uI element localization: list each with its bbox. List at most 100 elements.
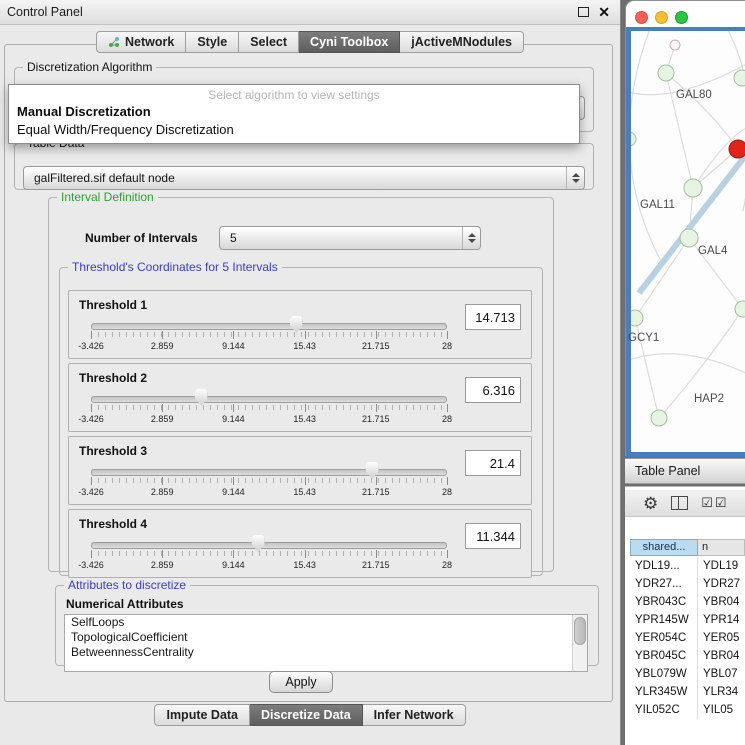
apply-button[interactable]: Apply: [269, 671, 333, 693]
scale-label: -3.426: [78, 341, 104, 351]
table-cell[interactable]: YBR045C: [630, 647, 698, 665]
network-node[interactable]: [670, 40, 680, 50]
threshold-2-value-field[interactable]: 6.316: [465, 377, 521, 403]
slider-track[interactable]: [91, 469, 447, 476]
selected-red-node[interactable]: [729, 140, 745, 158]
threshold-thumb-1[interactable]: [290, 316, 303, 333]
table-cell[interactable]: YPR145W: [630, 611, 698, 629]
scale-label: 28: [442, 341, 452, 351]
network-node[interactable]: [680, 229, 698, 247]
table-row[interactable]: YIL052CYIL05: [630, 701, 745, 719]
table-row[interactable]: YDL19...YDL19: [630, 557, 745, 575]
threshold-thumb-4[interactable]: [252, 535, 265, 552]
table-cell[interactable]: YDR27: [698, 575, 745, 593]
table-cell[interactable]: YPR14: [698, 611, 745, 629]
threshold-1-slider[interactable]: -3.4262.8599.14415.4321.71528: [91, 317, 447, 357]
node-label: HAP2: [694, 393, 724, 405]
tab-cyni-toolbox[interactable]: Cyni Toolbox: [299, 31, 400, 53]
mac-close-icon[interactable]: [635, 11, 648, 24]
control-panel-titlebar[interactable]: Control Panel ✕: [0, 0, 620, 25]
numerical-attributes-list[interactable]: SelfLoopsTopologicalCoefficientBetweenne…: [64, 614, 588, 672]
slider-track[interactable]: [91, 542, 447, 549]
table-cell[interactable]: YBL07: [698, 665, 745, 683]
window-controls: [635, 11, 688, 24]
table-cell[interactable]: YLR34: [698, 683, 745, 701]
scale-label: 21.715: [362, 414, 390, 424]
table-row[interactable]: YDR27...YDR27: [630, 575, 745, 593]
table-row[interactable]: YLR345WYLR34: [630, 683, 745, 701]
scrollbar-thumb[interactable]: [574, 617, 586, 645]
threshold-1-value-field[interactable]: 14.713: [465, 304, 521, 330]
slider-ticks: [91, 551, 447, 556]
attribute-item[interactable]: TopologicalCoefficient: [65, 630, 587, 645]
network-node[interactable]: [734, 70, 745, 86]
table-row[interactable]: YBL079WYBL07: [630, 665, 745, 683]
dropdown-hint: Select algorithm to view settings: [9, 85, 579, 103]
table-data-combo[interactable]: galFiltered.sif default node: [23, 166, 585, 190]
slider-ticks: [91, 405, 447, 410]
table-cell[interactable]: YDL19...: [630, 557, 698, 575]
attribute-item[interactable]: BetweennessCentrality: [65, 645, 587, 660]
table-row[interactable]: YPR145WYPR14: [630, 611, 745, 629]
slider-track[interactable]: [91, 396, 447, 403]
scale-label: 2.859: [151, 341, 174, 351]
network-node[interactable]: [735, 301, 745, 317]
slider-track[interactable]: [91, 323, 447, 330]
threshold-3-slider[interactable]: -3.4262.8599.14415.4321.71528: [91, 463, 447, 503]
column-header-shared-name[interactable]: shared...: [630, 539, 698, 556]
scale-label: 21.715: [362, 341, 390, 351]
combo-stepper-icon: [566, 167, 584, 189]
threshold-4-slider[interactable]: -3.4262.8599.14415.4321.71528: [91, 536, 447, 576]
threshold-thumb-2[interactable]: [195, 389, 208, 406]
column-header-name[interactable]: n: [698, 539, 745, 556]
threshold-3-value-field[interactable]: 21.4: [465, 450, 521, 476]
tab-infer-network[interactable]: Infer Network: [363, 704, 466, 726]
tab-style[interactable]: Style: [186, 31, 239, 53]
tab-impute-data[interactable]: Impute Data: [154, 704, 250, 726]
table-cell[interactable]: YDR27...: [630, 575, 698, 593]
network-node[interactable]: [631, 132, 636, 146]
table-cell[interactable]: YER054C: [630, 629, 698, 647]
close-icon[interactable]: ✕: [598, 5, 610, 19]
table-row[interactable]: YBR043CYBR04: [630, 593, 745, 611]
table-cell[interactable]: YDL19: [698, 557, 745, 575]
mac-minimize-icon[interactable]: [655, 11, 668, 24]
table-cell[interactable]: YIL052C: [630, 701, 698, 719]
slider-ticks: [91, 332, 447, 337]
tab-select[interactable]: Select: [239, 31, 299, 53]
table-cell[interactable]: YER05: [698, 629, 745, 647]
threshold-4-value-field[interactable]: 11.344: [465, 523, 521, 549]
network-node[interactable]: [651, 410, 667, 426]
table-row[interactable]: YER054CYER05: [630, 629, 745, 647]
table-panel-header[interactable]: Table Panel: [625, 458, 745, 484]
tab-jactivemnodules[interactable]: jActiveMNodules: [400, 31, 524, 53]
float-window-icon[interactable]: [578, 7, 589, 17]
table-cell[interactable]: YLR345W: [630, 683, 698, 701]
dropdown-option-equal-width[interactable]: Equal Width/Frequency Discretization: [9, 121, 579, 139]
network-node[interactable]: [684, 179, 702, 197]
table-cell[interactable]: YBR04: [698, 593, 745, 611]
group-title: Threshold's Coordinates for 5 Intervals: [68, 260, 282, 274]
threshold-2-slider[interactable]: -3.4262.8599.14415.4321.71528: [91, 390, 447, 430]
select-columns-icon[interactable]: ☑☑: [701, 495, 728, 511]
attribute-item[interactable]: SelfLoops: [65, 615, 587, 630]
columns-icon[interactable]: [671, 496, 688, 510]
network-node[interactable]: [658, 65, 674, 81]
number-of-intervals-combo[interactable]: 5: [219, 226, 481, 250]
table-row[interactable]: YBR045CYBR04: [630, 647, 745, 665]
tab-network[interactable]: Network: [96, 31, 186, 53]
dropdown-option-manual[interactable]: Manual Discretization: [9, 103, 579, 121]
table-cell[interactable]: YBR04: [698, 647, 745, 665]
table-cell[interactable]: YBR043C: [630, 593, 698, 611]
table-cell[interactable]: YIL05: [698, 701, 745, 719]
gear-icon[interactable]: ⚙: [643, 495, 658, 512]
interval-definition-group: Interval Definition Number of Intervals …: [48, 190, 554, 572]
network-icon: [108, 36, 120, 48]
table-cell[interactable]: YBL079W: [630, 665, 698, 683]
mac-zoom-icon[interactable]: [675, 11, 688, 24]
network-node[interactable]: [631, 310, 643, 326]
threshold-label: Threshold 2: [79, 371, 147, 385]
tab-discretize-data[interactable]: Discretize Data: [250, 704, 363, 726]
list-scrollbar[interactable]: [572, 615, 587, 671]
highlighted-edge: [639, 147, 745, 293]
